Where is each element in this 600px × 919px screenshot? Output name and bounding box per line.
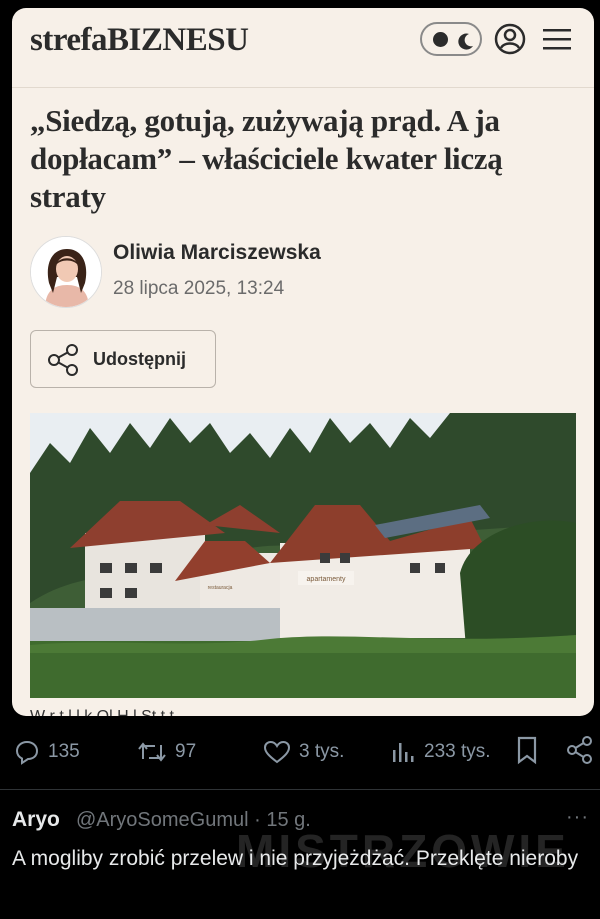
site-logo[interactable]: strefaBIZNESU — [30, 22, 249, 59]
article-headline[interactable]: „Siedzą, gotują, zużywają prąd. A ja dop… — [30, 102, 575, 216]
theme-dot-icon — [433, 32, 448, 47]
bookmark-button[interactable] — [515, 736, 539, 765]
author-avatar[interactable] — [30, 236, 102, 308]
site-header: strefaBIZNESU — [12, 8, 594, 88]
reply-button[interactable]: 135 — [14, 738, 80, 766]
theme-toggle[interactable] — [420, 22, 482, 56]
hamburger-menu-icon[interactable] — [543, 27, 571, 56]
views-count: 233 tys. — [424, 741, 491, 762]
share-icon — [567, 736, 592, 764]
repost-icon — [138, 742, 166, 762]
author-name[interactable]: Oliwia Marciszewska — [113, 241, 321, 265]
tweet-share-button[interactable] — [566, 736, 594, 764]
tweet-action-bar: 135 97 3 tys. 233 tys. — [0, 726, 600, 776]
moon-icon — [456, 31, 476, 56]
like-count: 3 tys. — [299, 741, 345, 762]
share-icon — [47, 344, 79, 381]
bookmark-icon — [517, 736, 537, 765]
share-button-label: Udostępnij — [93, 349, 186, 369]
reply-author-name[interactable]: Aryo — [12, 808, 60, 832]
article-card[interactable]: strefaBIZNESU „Siedzą, gotują, zużywają … — [12, 8, 594, 716]
reply-count: 135 — [48, 741, 80, 762]
divider — [0, 789, 600, 790]
heart-icon — [263, 740, 291, 764]
views-button[interactable]: 233 tys. — [390, 738, 491, 766]
reply-icon — [15, 740, 39, 765]
image-caption: W r t l l k Ol H l St t t — [30, 708, 174, 716]
watermark: MISTRZOWIE — [236, 825, 570, 877]
repost-count: 97 — [175, 741, 197, 762]
share-button[interactable]: Udostępnij — [30, 330, 216, 388]
like-button[interactable]: 3 tys. — [263, 738, 344, 766]
restaurant-sign: restauracja — [208, 585, 233, 591]
views-icon — [393, 743, 414, 762]
repost-button[interactable]: 97 — [137, 738, 196, 766]
apartments-sign: apartamenty — [307, 576, 346, 583]
user-account-icon[interactable] — [493, 22, 527, 61]
article-photo[interactable]: apartamenty restauracja — [30, 413, 576, 698]
publish-date: 28 lipca 2025, 13:24 — [113, 278, 285, 299]
